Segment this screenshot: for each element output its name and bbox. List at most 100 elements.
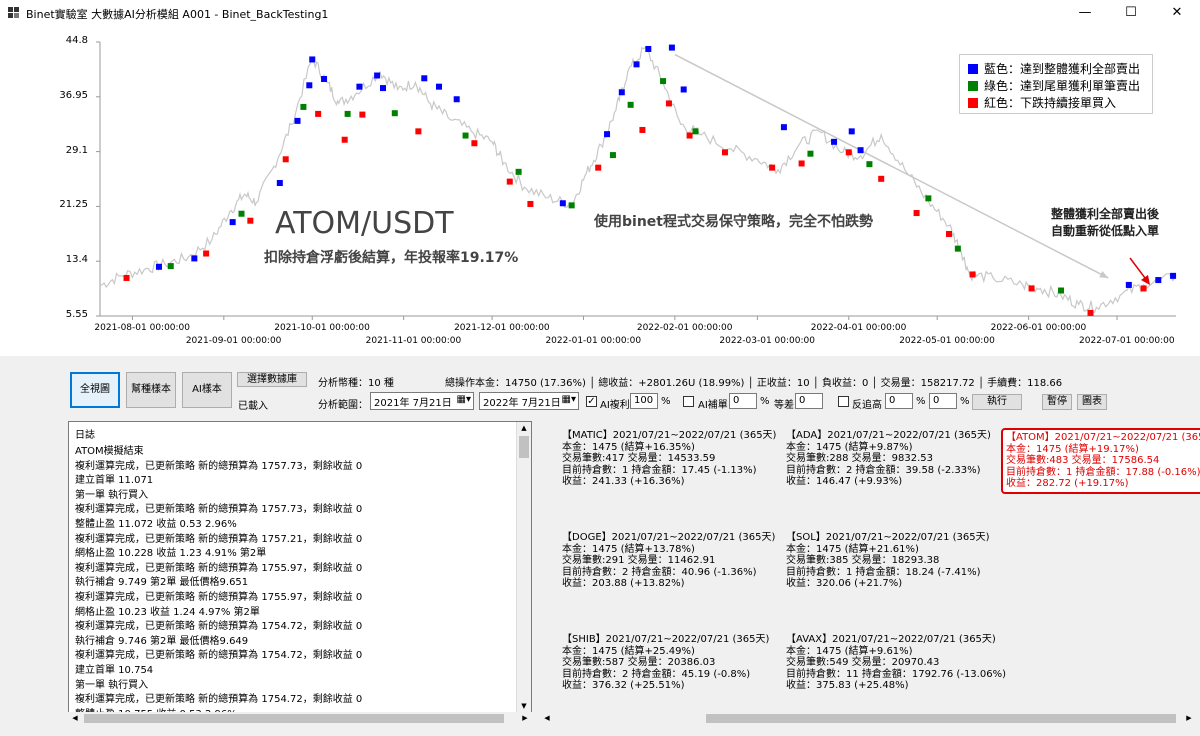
log-vertical-scrollbar[interactable]: ▲ ▼ (516, 422, 531, 712)
log-line: 第一單 執行買入 (75, 489, 149, 501)
blue-marker (857, 147, 864, 154)
legend-swatch (968, 98, 978, 108)
range-label: 分析範圍： (318, 400, 368, 411)
blue-marker (680, 86, 687, 93)
blue-marker (453, 96, 460, 103)
overlay-note: 整體獲利全部賣出後 自動重新從低點入單 (1030, 206, 1180, 240)
overlay-pair-title: ATOM/USDT (275, 206, 454, 241)
red-marker (527, 200, 534, 207)
equal-diff-input[interactable]: 0 (795, 393, 823, 409)
ai-sample-button[interactable]: AI樣本 (182, 372, 232, 408)
reverse-chase-input-2[interactable]: 0 (929, 393, 957, 409)
scrollbar-thumb[interactable] (84, 714, 504, 723)
green-marker (807, 150, 814, 157)
red-marker (639, 126, 646, 133)
green-marker (167, 263, 174, 270)
date-to-picker[interactable]: 2022年 7月21日 ▦▾ (479, 392, 579, 410)
scroll-right-icon[interactable]: ▶ (1182, 712, 1196, 725)
chart-panel[interactable]: 44.8 36.95 29.1 21.25 13.4 5.55 2021-08-01 00… (0, 26, 1200, 356)
log-horizontal-scrollbar[interactable]: ◀ ▶ (68, 712, 532, 725)
log-line: 複利運算完成，已更新策略 新的總預算為 1754.72，剩餘收益 0 (75, 650, 363, 662)
blue-marker (276, 180, 283, 187)
minimize-button[interactable]: — (1062, 0, 1108, 26)
result-card: 【SOL】2021/07/21~2022/07/21 (365天) 本金：1475… (786, 532, 990, 590)
pause-button[interactable]: 暫停 (1042, 394, 1072, 410)
maximize-button[interactable]: ☐ (1108, 0, 1154, 26)
ai-compound-checkbox[interactable]: ✓ (586, 396, 597, 407)
execute-button[interactable]: 執行 (972, 394, 1022, 410)
ai-margin-input[interactable]: 0 (729, 393, 757, 409)
x-tick-label: 2021-10-01 00:00:00 (274, 323, 370, 333)
scroll-left-icon[interactable]: ◀ (68, 712, 82, 725)
ai-compound-input[interactable]: 100 (630, 393, 658, 409)
calendar-icon: ▦▾ (561, 394, 576, 405)
result-card-line: 目前持倉數：2 持倉金額：45.19 (-0.8%) (562, 668, 751, 680)
blue-marker (668, 44, 675, 51)
blue-marker (191, 255, 198, 262)
red-marker (845, 149, 852, 156)
result-card-line: 交易筆數:291 交易量：11462.91 (562, 555, 716, 567)
red-marker (1087, 309, 1094, 316)
blue-marker (356, 83, 363, 90)
legend-swatch (968, 64, 978, 74)
legend-item-red: 紅色：下跌持續接單買入 (968, 94, 1116, 110)
log-line: 複利運算完成，已更新策略 新的總預算為 1757.73，剩餘收益 0 (75, 460, 363, 472)
red-marker (769, 164, 776, 171)
sample-button[interactable]: 幫種樣本 (126, 372, 176, 408)
full-view-button[interactable]: 全視圖 (70, 372, 120, 408)
result-card-line: 交易筆數:417 交易量：14533.59 (562, 453, 716, 465)
summary-stats: 總操作本金：14750 (17.36%) │ 總收益：+2801.26U (18… (445, 378, 1063, 389)
y-tick-label: 44.8 (65, 35, 88, 46)
blue-marker (618, 89, 625, 96)
scroll-down-icon[interactable]: ▼ (517, 700, 531, 712)
scroll-up-icon[interactable]: ▲ (517, 422, 531, 434)
scrollbar-thumb[interactable] (519, 436, 529, 458)
log-line: 複利運算完成，已更新策略 新的總預算為 1755.97，剩餘收益 0 (75, 562, 363, 574)
legend-item-blue: 藍色：達到整體獲利全部賣出 (968, 60, 1140, 76)
blue-marker (604, 131, 611, 138)
scroll-right-icon[interactable]: ▶ (518, 712, 532, 725)
log-line: 複利運算完成，已更新策略 新的總預算為 1754.72，剩餘收益 0 (75, 621, 363, 633)
close-button[interactable]: ✕ (1154, 0, 1200, 26)
scroll-left-icon[interactable]: ◀ (540, 712, 554, 725)
log-line: 複利運算完成，已更新策略 新的總預算為 1754.72，剩餘收益 0 (75, 694, 363, 706)
blue-marker (155, 263, 162, 270)
blue-marker (309, 56, 316, 63)
results-horizontal-scrollbar[interactable]: ◀ ▶ (540, 712, 1196, 725)
result-card-line: 交易筆數:288 交易量：9832.53 (786, 453, 933, 465)
green-marker (660, 78, 667, 85)
log-line: ATOM模擬結束 (75, 446, 144, 457)
result-card-line: 交易筆數:549 交易量：20970.43 (786, 657, 940, 669)
red-marker (946, 230, 953, 237)
result-card: 【MATIC】2021/07/21~2022/07/21 (365天) 本金：14… (562, 430, 776, 488)
result-card-line: 目前持倉數：1 持倉金額：18.24 (-7.41%) (786, 566, 981, 578)
red-marker (203, 250, 210, 257)
blue-marker (436, 83, 443, 90)
loaded-status: 已載入 (238, 401, 268, 412)
ai-margin-checkbox[interactable] (683, 396, 694, 407)
select-database-button[interactable]: 選擇數據庫 (237, 372, 307, 387)
green-marker (238, 210, 245, 217)
reverse-chase-checkbox[interactable] (838, 396, 849, 407)
date-from-picker[interactable]: 2021年 7月21日 ▦▾ (370, 392, 474, 410)
green-marker (300, 103, 307, 110)
window-title: Binet實驗室 大數據AI分析模組 A001 - Binet_BackTest… (26, 8, 329, 21)
reverse-chase-input-1[interactable]: 0 (885, 393, 913, 409)
blue-marker (306, 82, 313, 89)
log-panel[interactable]: 日誌 ATOM模擬結束 複利運算完成，已更新策略 新的總預算為 1757.73，剩… (68, 421, 532, 713)
chart-button[interactable]: 圖表 (1077, 394, 1107, 410)
y-tick-label: 21.25 (59, 199, 88, 211)
result-card-line: 收益：241.33 (+16.36%) (562, 476, 685, 488)
close-icon: ✕ (1171, 5, 1183, 20)
scrollbar-thumb[interactable] (706, 714, 1176, 723)
red-marker (415, 128, 422, 135)
ai-margin-label: AI補單 (698, 400, 728, 411)
result-card-line: 目前持倉數：1 持倉金額：17.45 (-1.13%) (562, 464, 757, 476)
red-marker (686, 132, 693, 139)
log-line: 複利運算完成，已更新策略 新的總預算為 1757.73，剩餘收益 0 (75, 504, 363, 516)
blue-marker (1125, 281, 1132, 288)
result-card-line: 本金：1475 (結算+16.35%) (562, 441, 695, 453)
green-marker (1058, 287, 1065, 294)
log-line: 複利運算完成，已更新策略 新的總預算為 1755.97，剩餘收益 0 (75, 592, 363, 603)
equal-diff-label: 等差 (774, 400, 794, 411)
